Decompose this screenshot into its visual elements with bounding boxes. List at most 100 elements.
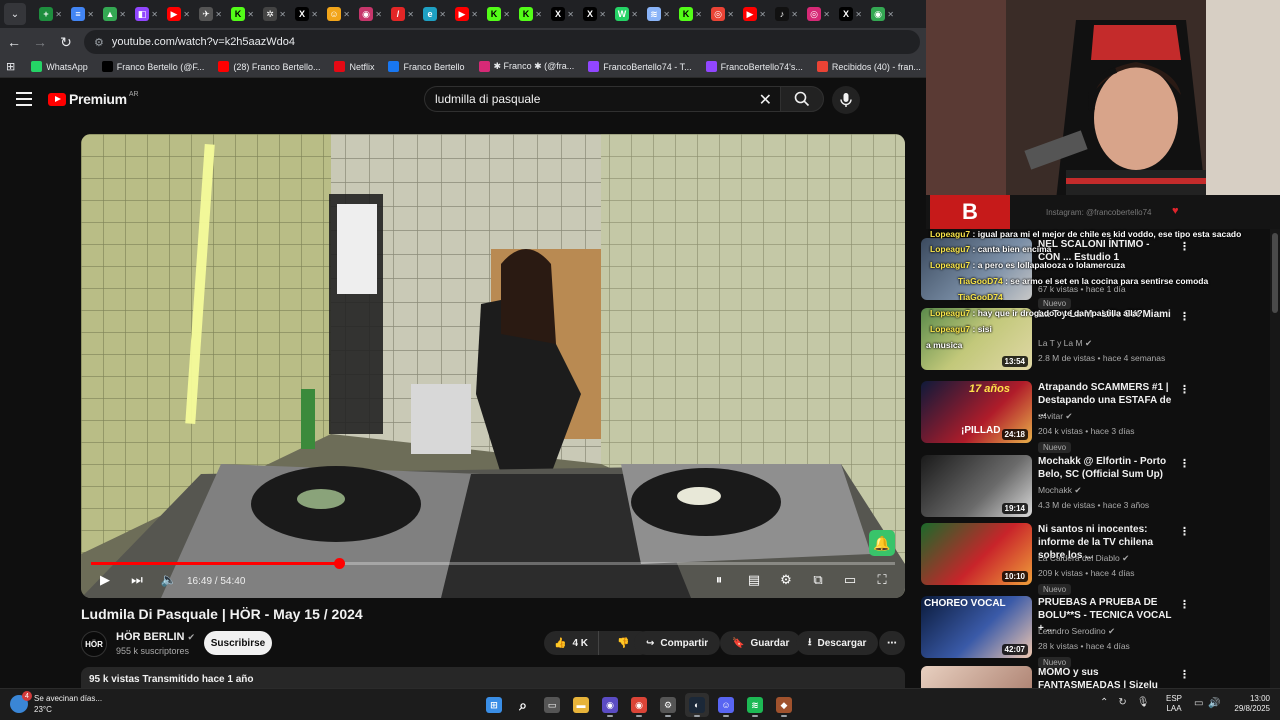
recommended-channel-name[interactable]: Leandro Serodino ✔ <box>1038 626 1115 637</box>
more-vertical-icon[interactable]: ⋮ <box>1179 668 1190 681</box>
bookmark-item[interactable]: Recibidos (40) - fran... <box>816 61 921 72</box>
bookmark-item[interactable]: FrancoBertello74's... <box>705 61 803 72</box>
video-thumbnail[interactable]: 19:14 <box>921 455 1032 517</box>
close-tab-icon[interactable]: ✕ <box>663 10 670 19</box>
volume-icon[interactable]: 🔈 <box>159 570 179 590</box>
close-tab-icon[interactable]: ✕ <box>183 10 190 19</box>
browser-tab[interactable]: ◉ ✕ <box>862 2 894 26</box>
search-input[interactable]: ludmilla di pasquale ✕ <box>424 86 780 112</box>
voice-search-button[interactable] <box>832 86 860 114</box>
settings-icon[interactable]: ⚙ <box>776 570 796 590</box>
recommended-video[interactable]: 19:14 Mochakk @ Elfortin - Porto Belo, SC… <box>921 455 1280 519</box>
fullscreen-icon[interactable]: ⛶ <box>872 570 892 590</box>
system-clock[interactable]: 13:00 29/8/2025 <box>1226 694 1270 714</box>
video-thumbnail[interactable]: 10:10 <box>921 523 1032 585</box>
close-tab-icon[interactable]: ✕ <box>471 10 478 19</box>
browser-tab[interactable]: X ✕ <box>286 2 318 26</box>
browser-tab[interactable]: K ✕ <box>510 2 542 26</box>
next-icon[interactable]: ⏭ <box>127 570 147 590</box>
bookmark-item[interactable]: WhatsApp <box>31 61 88 72</box>
apps-grid-icon[interactable]: ⊞ <box>6 60 15 73</box>
share-button[interactable]: ↪ Compartir <box>634 631 721 655</box>
taskbar-app[interactable]: ◉ <box>598 693 622 717</box>
taskbar-app[interactable]: ◉ <box>627 693 651 717</box>
browser-tab[interactable]: ▶ ✕ <box>446 2 478 26</box>
close-tab-icon[interactable]: ✕ <box>55 10 62 19</box>
bookmark-item[interactable]: ✱ Franco ✱ (@fra... <box>478 61 574 72</box>
browser-tab[interactable]: + ✕ <box>30 2 62 26</box>
close-tab-icon[interactable]: ✕ <box>375 10 382 19</box>
back-icon[interactable]: ← <box>2 30 26 54</box>
like-button[interactable]: 👍 4 K <box>544 631 600 655</box>
taskbar-app[interactable]: ◐ <box>685 693 709 717</box>
browser-tab[interactable]: ☺ ✕ <box>318 2 350 26</box>
taskbar-app[interactable]: ◆ <box>772 693 796 717</box>
taskbar-app[interactable]: ⌕ <box>511 693 535 717</box>
bookmark-item[interactable]: Netflix <box>334 61 374 72</box>
network-icon[interactable]: ▭ <box>1194 698 1203 709</box>
close-tab-icon[interactable]: ✕ <box>407 10 414 19</box>
browser-tab[interactable]: ◧ ✕ <box>126 2 158 26</box>
browser-tab[interactable]: K ✕ <box>222 2 254 26</box>
browser-tab[interactable]: X ✕ <box>542 2 574 26</box>
video-thumbnail[interactable]: 17 años ¡PILLAD 24:18 <box>921 381 1032 443</box>
browser-tab[interactable]: e ✕ <box>414 2 446 26</box>
browser-tab[interactable]: X ✕ <box>574 2 606 26</box>
close-tab-icon[interactable]: ✕ <box>87 10 94 19</box>
channel-name[interactable]: HÖR BERLIN ✔ <box>116 631 195 643</box>
tab-search-dropdown-icon[interactable]: ⌄ <box>4 3 26 25</box>
taskbar-app[interactable]: ▬ <box>569 693 593 717</box>
close-tab-icon[interactable]: ✕ <box>631 10 638 19</box>
browser-tab[interactable]: ◎ ✕ <box>702 2 734 26</box>
taskbar-app[interactable]: ≋ <box>743 693 767 717</box>
site-info-icon[interactable]: ⚙ <box>94 36 104 49</box>
close-tab-icon[interactable]: ✕ <box>535 10 542 19</box>
chevron-up-icon[interactable]: ⌃ <box>1100 697 1108 708</box>
close-tab-icon[interactable]: ✕ <box>759 10 766 19</box>
theater-mode-icon[interactable]: ▭ <box>840 570 860 590</box>
recommended-video[interactable]: 10:10 Ni santos ni inocentes: informe de … <box>921 523 1280 595</box>
address-bar[interactable]: ⚙ youtube.com/watch?v=k2h5aazWdo4 <box>84 30 920 54</box>
search-button[interactable] <box>780 86 824 112</box>
youtube-premium-logo[interactable]: Premium AR <box>48 91 139 107</box>
close-tab-icon[interactable]: ✕ <box>695 10 702 19</box>
browser-tab[interactable]: X ✕ <box>830 2 862 26</box>
recommended-channel-name[interactable]: s4vitar ✔ <box>1038 411 1073 422</box>
video-thumbnail[interactable]: CHOREO VOCAL 42:07 <box>921 596 1032 658</box>
reload-icon[interactable]: ↻ <box>54 30 78 54</box>
microphone-tray-icon[interactable]: 🎙 <box>1137 697 1150 708</box>
close-tab-icon[interactable]: ✕ <box>727 10 734 19</box>
browser-tab[interactable]: ✲ ✕ <box>254 2 286 26</box>
close-tab-icon[interactable]: ✕ <box>151 10 158 19</box>
more-vertical-icon[interactable]: ⋮ <box>1179 598 1190 611</box>
browser-tab[interactable]: ♪ ✕ <box>766 2 798 26</box>
browser-tab[interactable]: ◎ ✕ <box>798 2 830 26</box>
close-tab-icon[interactable]: ✕ <box>247 10 254 19</box>
video-player[interactable]: 🔔 ▶ ⏭ 🔈 16:49 / 54:40 ⏸ ▤ ⚙ ⧉ ▭ ⛶ <box>81 134 905 598</box>
clear-search-icon[interactable]: ✕ <box>759 90 772 110</box>
more-vertical-icon[interactable]: ⋮ <box>1179 457 1190 470</box>
channel-avatar[interactable]: HÖR <box>81 631 107 657</box>
notification-bell-icon[interactable]: 🔔 <box>869 530 895 556</box>
close-tab-icon[interactable]: ✕ <box>343 10 350 19</box>
speaker-icon[interactable]: 🔊 <box>1208 698 1220 709</box>
save-button[interactable]: 🔖 Guardar <box>720 631 802 655</box>
recommended-channel-name[interactable]: Mochakk ✔ <box>1038 485 1082 496</box>
taskbar-app[interactable]: ⊞ <box>482 693 506 717</box>
recommended-video[interactable]: 17 años ¡PILLAD 24:18 Atrapando SCAMMERS #1… <box>921 381 1280 453</box>
autoplay-toggle-icon[interactable]: ⏸ <box>709 570 729 590</box>
bookmark-item[interactable]: Franco Bertello (@F... <box>101 61 204 72</box>
more-vertical-icon[interactable]: ⋮ <box>1179 383 1190 396</box>
browser-tab[interactable]: K ✕ <box>478 2 510 26</box>
subtitles-icon[interactable]: ▤ <box>744 570 764 590</box>
close-tab-icon[interactable]: ✕ <box>311 10 318 19</box>
more-vertical-icon[interactable]: ⋮ <box>1179 525 1190 538</box>
close-tab-icon[interactable]: ✕ <box>119 10 126 19</box>
sync-icon[interactable]: ↻ <box>1118 697 1126 708</box>
browser-tab[interactable]: K ✕ <box>670 2 702 26</box>
weather-widget[interactable]: 4 Se avecinan días... 23°C <box>10 691 102 715</box>
browser-tab[interactable]: / ✕ <box>382 2 414 26</box>
bookmark-item[interactable]: (28) Franco Bertello... <box>218 61 320 72</box>
progress-scrubber[interactable] <box>333 558 345 569</box>
browser-tab[interactable]: W ✕ <box>606 2 638 26</box>
